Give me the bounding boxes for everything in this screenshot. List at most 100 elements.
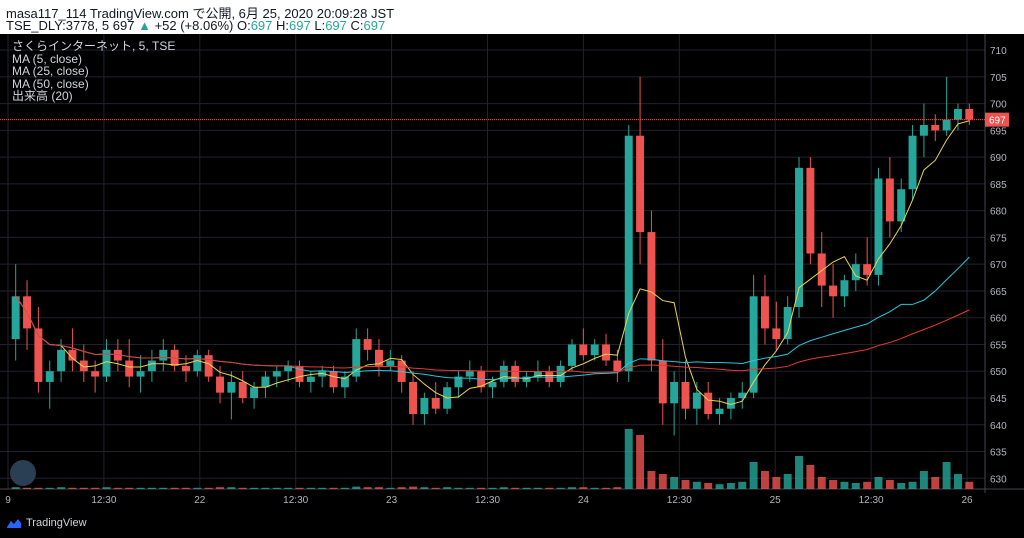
tradingview-brand[interactable]: TradingView	[6, 517, 87, 529]
volume-bar	[704, 483, 713, 489]
x-tick-label: 12:30	[859, 495, 884, 506]
y-tick-label: 670	[990, 260, 1007, 271]
volume-bar	[613, 487, 622, 489]
volume-bar	[874, 477, 883, 489]
volume-bar	[170, 487, 179, 489]
y-tick-label: 635	[990, 448, 1007, 459]
ma25-line	[15, 256, 970, 381]
volume-bar	[624, 429, 633, 489]
open-label: O:	[236, 18, 251, 33]
candle-body	[250, 387, 259, 398]
y-tick-label: 700	[990, 100, 1007, 111]
chart-legend: さくらインターネット, 5, TSE MA (5, close) MA (25,…	[12, 40, 175, 103]
candle-body	[942, 119, 951, 131]
volume-bar	[499, 487, 508, 489]
candle-body	[488, 381, 497, 388]
candle-body	[953, 108, 962, 120]
x-tick-label: 22	[194, 495, 206, 506]
ohlc-bar: TSE_DLY:3778, 5 697 ▲ +52 (+8.06%) O:697…	[6, 18, 385, 33]
volume-bar	[227, 487, 236, 489]
last-price-tag-label: 697	[989, 116, 1006, 127]
volume-bar	[840, 481, 849, 489]
volume-bar	[57, 487, 66, 489]
y-tick-label: 675	[990, 233, 1007, 244]
volume-bar	[851, 483, 860, 489]
x-tick-label: 12:30	[475, 495, 500, 506]
footer	[0, 511, 1024, 538]
volume-bar	[261, 487, 270, 489]
chart-header: masa117_114 TradingView.com で公開, 6月 25, …	[0, 0, 1024, 34]
candle-body	[79, 360, 88, 372]
change-arrow-icon: ▲	[138, 18, 151, 33]
low-label: L:	[314, 18, 326, 33]
volume-bar	[102, 487, 111, 489]
candle-body	[465, 371, 474, 377]
volume-bar	[420, 487, 429, 489]
volume-bar	[91, 487, 100, 489]
volume-bar	[511, 487, 520, 489]
volume-bar	[352, 486, 361, 489]
volume-bar	[567, 487, 576, 489]
volume-bar	[806, 465, 815, 489]
volume-bar	[636, 435, 645, 489]
candle-body	[817, 253, 826, 286]
volume-bar	[443, 487, 452, 489]
volume-bar	[284, 487, 293, 489]
candle-body	[431, 398, 440, 409]
volume-bar	[590, 487, 599, 489]
volume-bar	[545, 487, 554, 489]
candle-body	[420, 398, 429, 415]
candle-body	[772, 328, 781, 340]
x-tick-label: 24	[578, 495, 590, 506]
volume-bar	[34, 487, 43, 489]
volume-bar	[942, 462, 951, 489]
volume-bar	[147, 487, 156, 489]
candle-body	[840, 280, 849, 297]
candle-body	[590, 344, 599, 356]
symbol-label: TSE_DLY:3778, 5	[6, 18, 110, 33]
volume-bar	[193, 487, 202, 489]
legend-volume[interactable]: 出来高 (20)	[12, 90, 175, 103]
candle-body	[34, 328, 43, 382]
volume-bar	[556, 487, 565, 489]
candle-body	[545, 371, 554, 382]
candle-body	[272, 371, 281, 377]
y-tick-label: 655	[990, 340, 1007, 351]
legend-title[interactable]: さくらインターネット, 5, TSE	[12, 40, 175, 53]
y-tick-label: 705	[990, 73, 1007, 84]
candle-body	[658, 360, 667, 404]
candle-body	[681, 381, 690, 409]
candle-body	[624, 135, 633, 372]
volume-bar	[306, 487, 315, 489]
candle-body	[670, 381, 679, 404]
candle-body	[181, 365, 190, 372]
candle-body	[147, 360, 156, 372]
price-chart[interactable]: 630 635 640 645 650 655 660 665 670 675 680 685 690 6…	[0, 34, 1024, 511]
volume-bar	[216, 487, 225, 489]
legend-ma25[interactable]: MA (25, close)	[12, 65, 175, 78]
x-tick-label: 12:30	[667, 495, 692, 506]
y-tick-label: 650	[990, 367, 1007, 378]
candle-body	[579, 344, 588, 356]
volume-bar	[272, 487, 281, 489]
candle-body	[647, 232, 656, 361]
volume-bar	[931, 477, 940, 489]
open-value: 697	[250, 18, 273, 33]
volume-bar	[136, 487, 145, 489]
volume-bar	[11, 487, 20, 489]
volume-bar	[602, 487, 611, 489]
candle-body	[159, 349, 168, 361]
volume-bar	[658, 474, 667, 489]
candle-body	[863, 264, 872, 275]
candle-body	[238, 381, 247, 398]
tradingview-float-icon[interactable]	[10, 460, 36, 486]
candle-body	[715, 408, 724, 415]
volume-bar	[68, 487, 77, 489]
volume-bar	[340, 487, 349, 489]
volume-bar	[863, 481, 872, 489]
volume-bar	[238, 487, 247, 489]
brand-label: TradingView	[26, 517, 87, 529]
close-label: C:	[350, 18, 364, 33]
volume-bar	[885, 480, 894, 489]
candle-body	[613, 360, 622, 372]
